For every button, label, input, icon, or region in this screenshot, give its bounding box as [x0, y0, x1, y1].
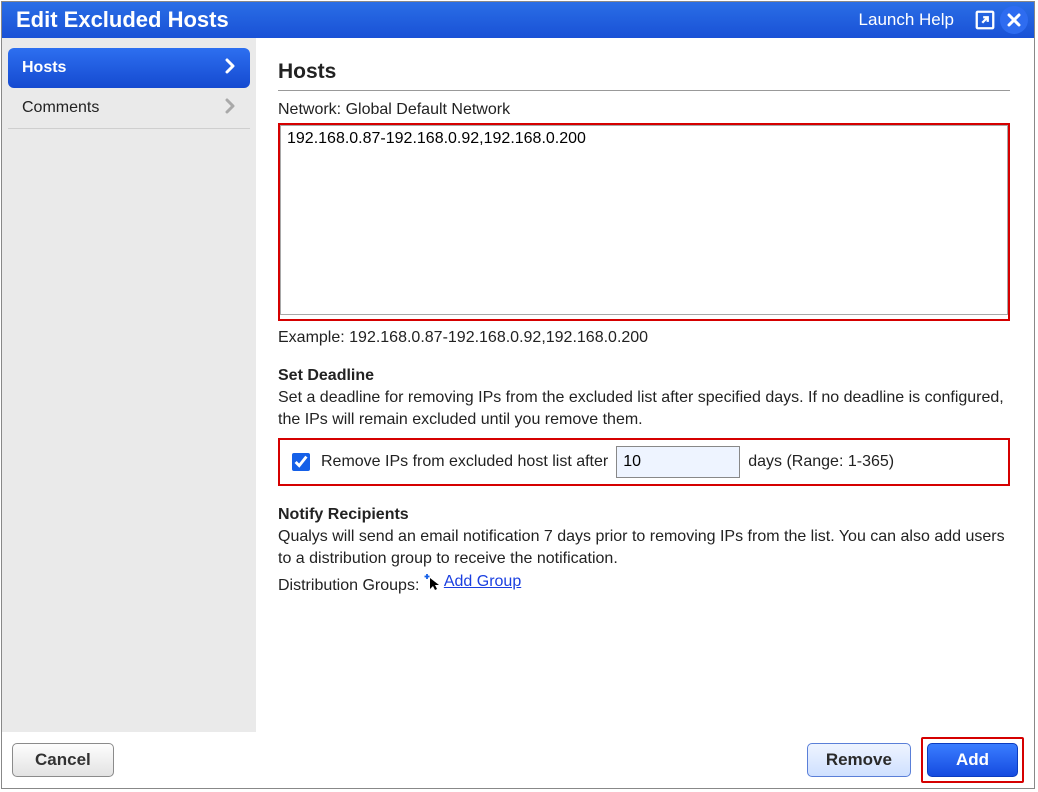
notify-description: Qualys will send an email notification 7… — [278, 526, 1010, 569]
dialog-body: Hosts Comments Hosts Network: Global Def… — [2, 38, 1034, 732]
remove-ips-label-before: Remove IPs from excluded host list after — [321, 453, 608, 471]
add-button-highlight: Add — [921, 737, 1024, 783]
dialog-footer: Cancel Remove Add — [2, 732, 1034, 788]
edit-excluded-hosts-dialog: Edit Excluded Hosts Launch Help Hosts — [1, 1, 1035, 789]
set-deadline-heading: Set Deadline — [278, 367, 1010, 385]
remove-button[interactable]: Remove — [807, 743, 911, 777]
popout-icon[interactable] — [972, 7, 998, 33]
sidebar-item-label: Hosts — [22, 59, 66, 77]
main-panel: Hosts Network: Global Default Network Ex… — [256, 38, 1034, 732]
notify-heading: Notify Recipients — [278, 506, 1010, 524]
add-cursor-icon — [424, 574, 440, 590]
deadline-row-highlight: Remove IPs from excluded host list after… — [278, 438, 1010, 486]
close-icon[interactable] — [1000, 6, 1028, 34]
add-button[interactable]: Add — [927, 743, 1018, 777]
titlebar: Edit Excluded Hosts Launch Help — [2, 2, 1034, 38]
sidebar-item-label: Comments — [22, 99, 99, 117]
dialog-title: Edit Excluded Hosts — [16, 7, 229, 33]
remove-ips-checkbox[interactable] — [292, 453, 310, 471]
chevron-right-icon — [224, 57, 236, 80]
hosts-example-text: Example: 192.168.0.87-192.168.0.92,192.1… — [278, 329, 1010, 347]
sidebar-item-comments[interactable]: Comments — [8, 88, 250, 129]
network-label: Network: Global Default Network — [278, 101, 1010, 119]
sidebar-item-hosts[interactable]: Hosts — [8, 48, 250, 88]
add-group-link[interactable]: Add Group — [444, 571, 521, 593]
sidebar: Hosts Comments — [2, 38, 256, 732]
distribution-groups-row: Distribution Groups: Add Group — [278, 571, 1010, 596]
section-heading-hosts: Hosts — [278, 60, 1010, 91]
hosts-textarea-highlight — [278, 123, 1010, 321]
remove-ips-label-after: days (Range: 1-365) — [748, 453, 894, 471]
hosts-textarea[interactable] — [280, 125, 1008, 315]
chevron-right-icon — [224, 97, 236, 120]
launch-help-link[interactable]: Launch Help — [859, 10, 954, 30]
days-input[interactable] — [616, 446, 740, 478]
distribution-groups-label: Distribution Groups: — [278, 577, 419, 594]
cancel-button[interactable]: Cancel — [12, 743, 114, 777]
set-deadline-description: Set a deadline for removing IPs from the… — [278, 387, 1010, 430]
